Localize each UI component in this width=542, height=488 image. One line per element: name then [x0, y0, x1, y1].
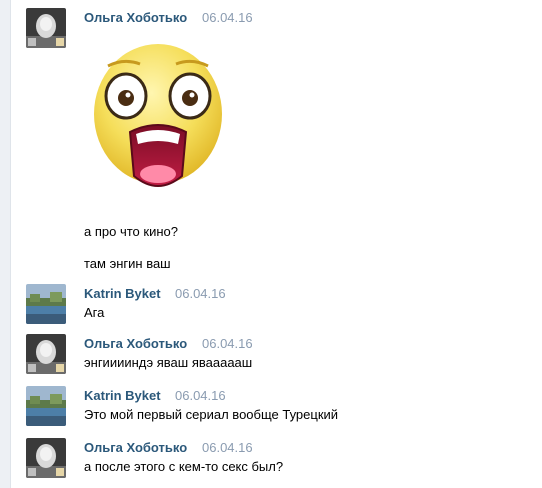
avatar-katrin[interactable] [26, 284, 66, 324]
message-text: а про что кино? [84, 224, 178, 239]
avatar-olga[interactable] [26, 438, 66, 478]
message-date[interactable]: 06.04.16 [202, 336, 253, 351]
avatar-katrin[interactable] [26, 386, 66, 426]
message-date[interactable]: 06.04.16 [175, 286, 226, 301]
author-name[interactable]: Katrin Byket [84, 286, 161, 301]
author-name[interactable]: Katrin Byket [84, 388, 161, 403]
message-text: Ага [84, 305, 105, 320]
message-text: а после этого с кем-то секс был? [84, 459, 284, 474]
chat-history: Ольга Хоботько 06.04.16 а про что кино? … [0, 0, 542, 488]
message-text: Это мой первый сериал вообще Турецкий [84, 407, 339, 422]
shocked-face-sticker [90, 36, 226, 196]
avatar-olga[interactable] [26, 8, 66, 48]
message-date[interactable]: 06.04.16 [202, 440, 253, 455]
author-name[interactable]: Ольга Хоботько [84, 336, 187, 351]
message-date[interactable]: 06.04.16 [175, 388, 226, 403]
author-name[interactable]: Ольга Хоботько [84, 440, 187, 455]
author-name[interactable]: Ольга Хоботько [84, 10, 187, 25]
message-text: энгииииндэ яваш яваааааш [84, 355, 253, 370]
message-date[interactable]: 06.04.16 [202, 10, 253, 25]
avatar-olga[interactable] [26, 334, 66, 374]
message-text: там энгин ваш [84, 256, 171, 271]
